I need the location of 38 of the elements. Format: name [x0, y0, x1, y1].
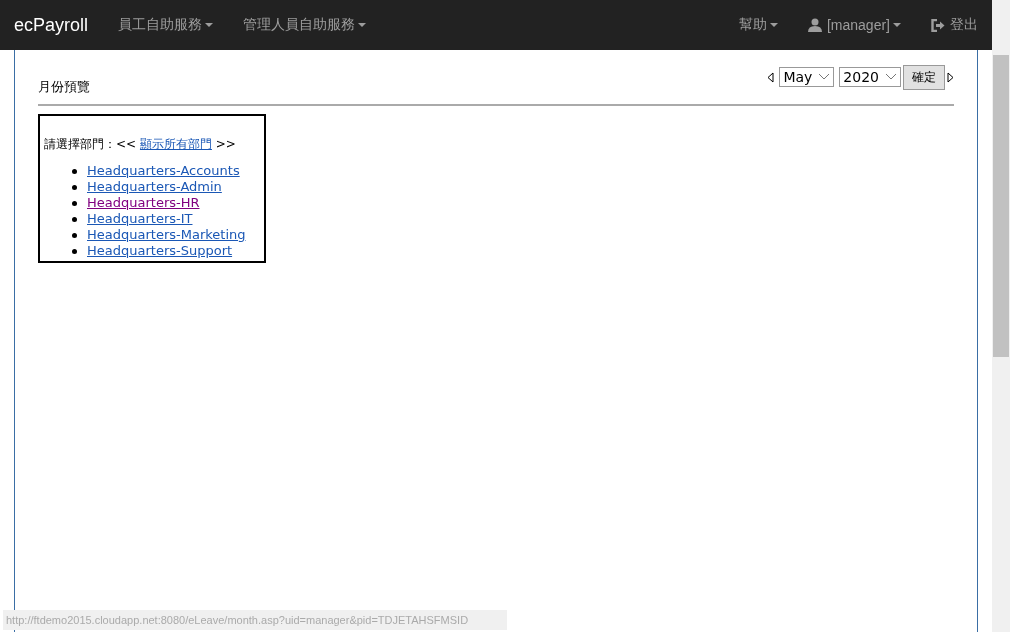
department-link[interactable]: Headquarters-Support — [87, 243, 233, 259]
help-menu[interactable]: 幫助 — [738, 16, 778, 34]
department-link[interactable]: Headquarters-IT — [87, 211, 193, 227]
next-month-icon[interactable] — [947, 71, 954, 83]
bullet-icon — [72, 216, 77, 222]
caret-icon — [769, 23, 778, 27]
bullet-icon — [72, 232, 77, 238]
caret-icon — [893, 23, 901, 27]
user-icon — [807, 18, 822, 32]
confirm-button[interactable]: 確定 — [903, 64, 945, 90]
user-menu[interactable]: [manager] — [807, 17, 901, 33]
bullet-icon — [72, 168, 77, 174]
department-link[interactable]: Headquarters-Accounts — [87, 163, 240, 179]
nav-menu[interactable]: 管理人員自助服務 — [243, 16, 367, 34]
page-title: 月份預覽 — [38, 78, 90, 96]
year-select[interactable]: 2020 — [839, 67, 901, 87]
prompt-end-text: >> — [215, 137, 236, 151]
prompt-text: 請選擇部門：<< — [44, 137, 137, 151]
caret-icon — [205, 23, 214, 27]
bullet-icon — [72, 184, 77, 190]
scrollbar-thumb[interactable] — [993, 55, 1009, 357]
previous-month-icon[interactable] — [767, 71, 775, 83]
bullet-icon — [72, 200, 77, 206]
logout-icon — [931, 18, 945, 32]
scrollbar[interactable] — [992, 0, 1010, 632]
nav-menu[interactable]: 員工自助服務 — [118, 16, 214, 34]
chevron-down-icon — [818, 73, 831, 81]
department-link[interactable]: Headquarters-HR — [87, 195, 200, 211]
department-link[interactable]: Headquarters-Marketing — [87, 227, 246, 243]
month-select[interactable]: May — [779, 67, 835, 87]
caret-icon — [358, 23, 367, 27]
show-all-link[interactable]: 顯示所有部門 — [139, 137, 212, 151]
logout-link[interactable]: 登出 — [931, 16, 978, 34]
department-link[interactable]: Headquarters-Admin — [87, 179, 222, 195]
brand-link[interactable]: ecPayroll — [14, 14, 89, 36]
chevron-down-icon — [885, 73, 897, 81]
status-url: http://ftdemo2015.cloudapp.net:8080/eLeave/month.asp?uid=manager&pid=TDJETAHSFMSID — [3, 610, 507, 630]
bullet-icon — [72, 248, 77, 254]
